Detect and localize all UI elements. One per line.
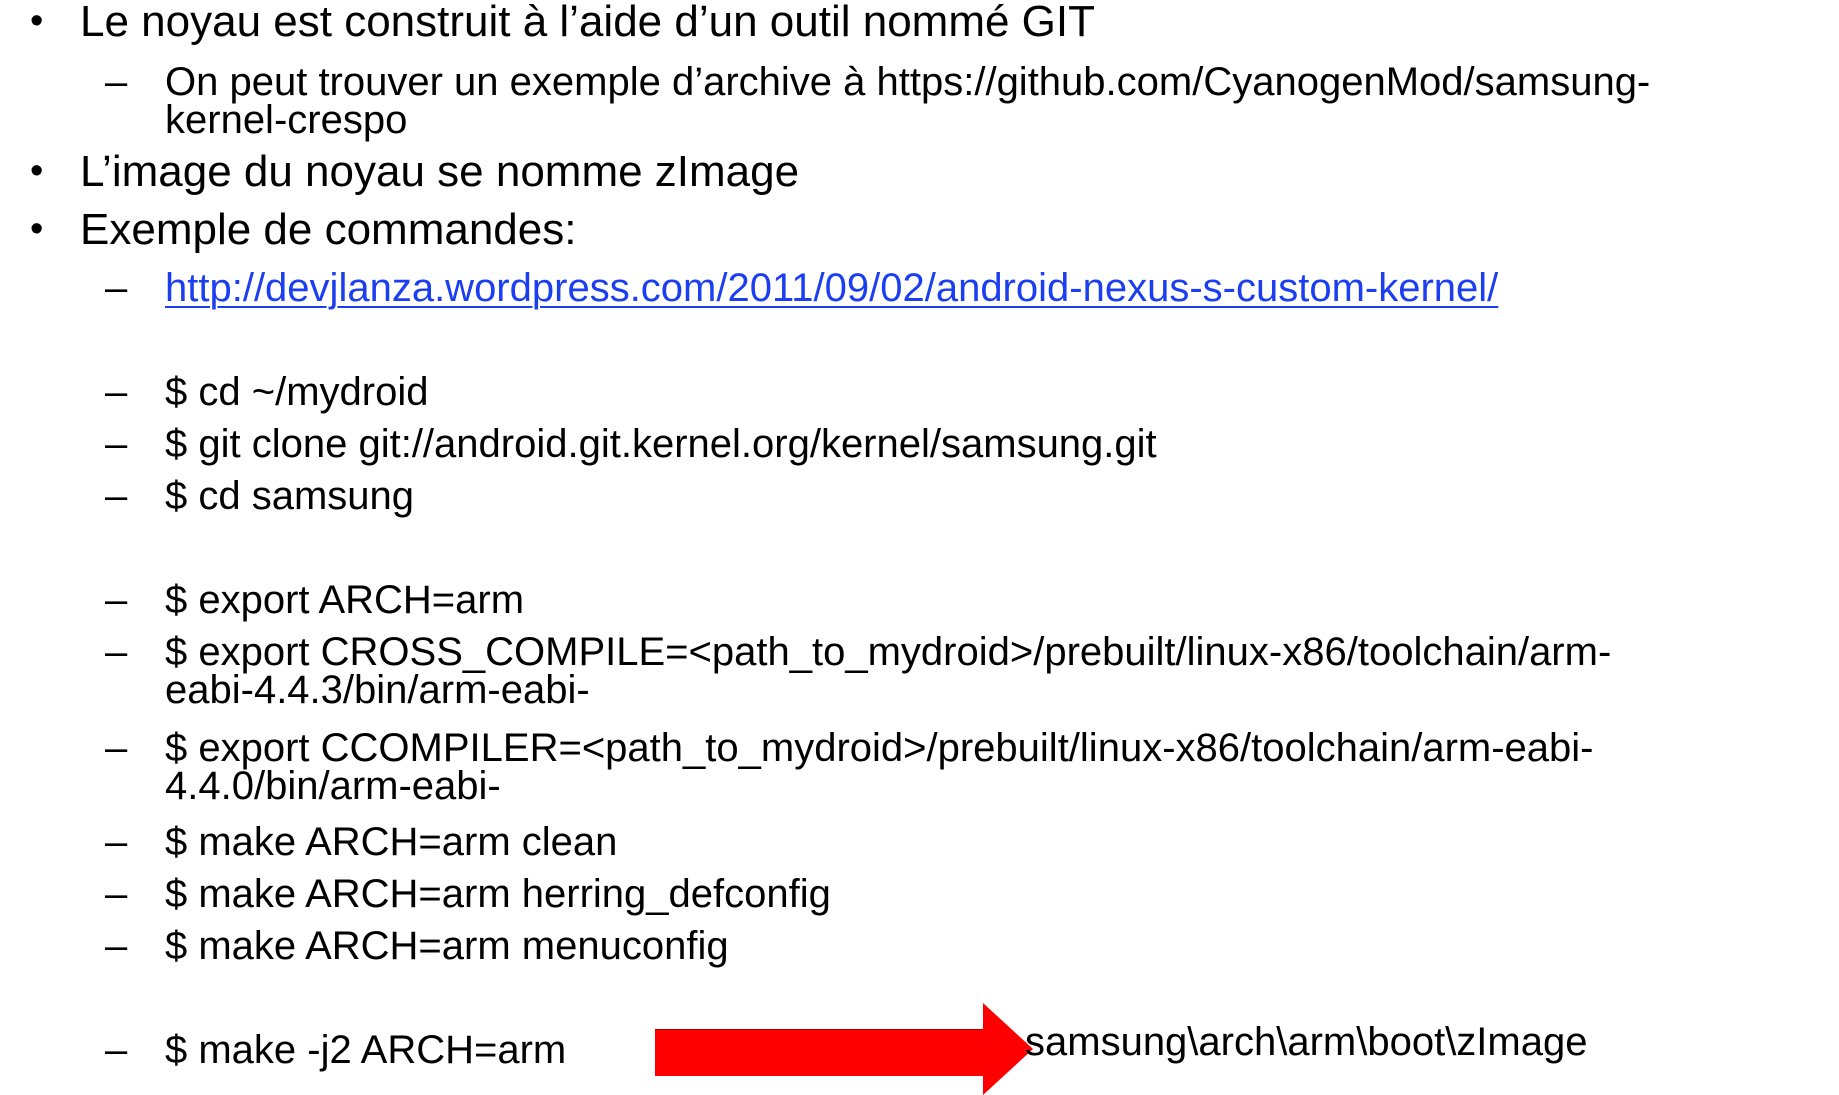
dash-marker: – [105,726,128,770]
bullet-marker: • [30,208,44,250]
cmd-cross-compile-line2: eabi-4.4.3/bin/arm-eabi- [165,668,590,712]
cmd-ccompiler-line1: $ export CCOMPILER=<path_to_mydroid>/pre… [165,726,1594,770]
cmd-cd-samsung: $ cd samsung [165,474,415,518]
tutorial-link[interactable]: http://devjlanza.wordpress.com/2011/09/0… [165,268,1498,308]
dash-marker: – [105,924,128,968]
cmd-git-clone: $ git clone git://android.git.kernel.org… [165,422,1157,466]
dash-marker: – [105,474,128,518]
cmd-cd-mydroid: $ cd ~/mydroid [165,370,429,414]
dash-marker: – [105,60,128,104]
bullet-marker: • [30,150,44,192]
cmd-make-defconfig: $ make ARCH=arm herring_defconfig [165,872,831,916]
dash-marker: – [105,422,128,466]
dash-marker: – [105,1028,128,1072]
output-path: samsung\arch\arm\boot\zImage [1025,1020,1588,1064]
dash-marker: – [105,370,128,414]
dash-marker: – [105,872,128,916]
bullet-kernel-git: Le noyau est construit à l’aide d’un out… [80,0,1095,46]
bullet-marker: • [30,0,44,42]
cmd-export-arch: $ export ARCH=arm [165,578,525,622]
dash-marker: – [105,578,128,622]
cmd-ccompiler-line2: 4.4.0/bin/arm-eabi- [165,764,501,808]
cmd-make-j2: $ make -j2 ARCH=arm [165,1028,567,1072]
dash-marker: – [105,266,128,310]
sub-archive-line1: On peut trouver un exemple d’archive à h… [165,60,1651,104]
dash-marker: – [105,820,128,864]
cmd-make-menuconfig: $ make ARCH=arm menuconfig [165,924,729,968]
cmd-cross-compile-line1: $ export CROSS_COMPILE=<path_to_mydroid>… [165,630,1612,674]
sub-archive-line2: kernel-crespo [165,98,408,142]
right-arrow-icon [655,1003,1033,1095]
slide: • Le noyau est construit à l’aide d’un o… [0,0,1839,1095]
bullet-zimage: L’image du noyau se nomme zImage [80,147,800,196]
dash-marker: – [105,630,128,674]
bullet-examples: Exemple de commandes: [80,205,577,254]
cmd-make-clean: $ make ARCH=arm clean [165,820,618,864]
